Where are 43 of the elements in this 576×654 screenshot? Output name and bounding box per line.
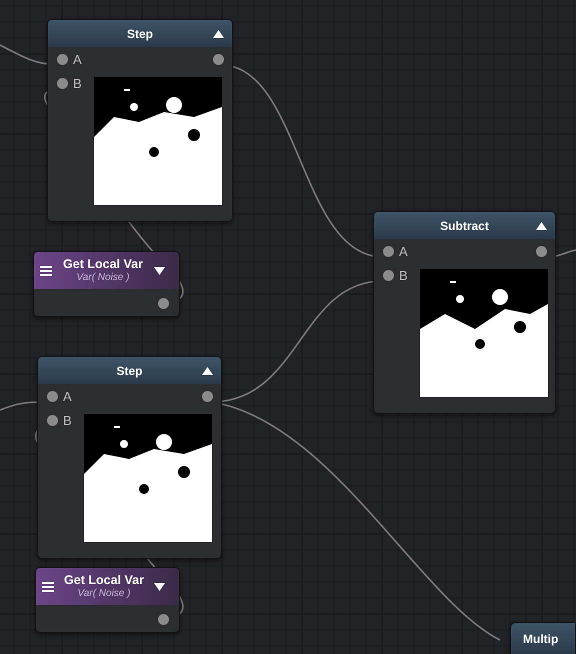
port-label: B	[63, 412, 72, 428]
node-title: Subtract	[439, 218, 490, 232]
collapse-icon[interactable]	[536, 222, 547, 230]
output-port[interactable]	[202, 391, 213, 402]
input-port[interactable]	[57, 54, 68, 64]
node-header[interactable]: Step	[48, 20, 232, 47]
node-title: Step	[126, 26, 154, 40]
node-header[interactable]: Get Local Var Var( Noise )	[34, 252, 179, 289]
node-header[interactable]: Get Local Var Var( Noise )	[36, 568, 179, 605]
node-card[interactable]: Step A B	[37, 356, 222, 559]
node-subtitle: Var( Noise )	[78, 586, 130, 600]
node-title: Get Local Var	[63, 258, 143, 270]
port-label: B	[73, 76, 82, 90]
port-label: A	[73, 52, 82, 66]
node-header[interactable]: Step	[38, 357, 221, 384]
input-port[interactable]	[57, 78, 68, 88]
node-header[interactable]: Subtract	[374, 212, 555, 239]
node-title: Multip	[523, 632, 560, 646]
output-port[interactable]	[213, 54, 224, 65]
node-title: Step	[115, 364, 144, 378]
input-port[interactable]	[383, 270, 394, 280]
menu-icon[interactable]	[40, 266, 52, 276]
input-port[interactable]	[47, 414, 58, 426]
collapse-icon[interactable]	[213, 30, 224, 38]
node-card[interactable]: Subtract A B	[373, 211, 556, 414]
menu-icon[interactable]	[42, 582, 54, 592]
port-label: A	[63, 388, 72, 404]
node-card[interactable]: Get Local Var Var( Noise )	[33, 251, 180, 317]
expand-icon[interactable]	[154, 266, 165, 274]
port-label: A	[399, 244, 408, 258]
node-title: Get Local Var	[64, 574, 144, 586]
output-port[interactable]	[536, 246, 547, 257]
output-port[interactable]	[158, 614, 169, 625]
expand-icon[interactable]	[154, 582, 165, 590]
input-port[interactable]	[383, 246, 394, 256]
node-card[interactable]: Get Local Var Var( Noise )	[35, 567, 180, 633]
port-label: B	[399, 268, 408, 282]
output-port[interactable]	[158, 298, 169, 309]
input-port[interactable]	[47, 390, 58, 402]
node-header[interactable]: Multip	[511, 623, 575, 654]
collapse-icon[interactable]	[202, 366, 213, 374]
node-card[interactable]: Step A B	[47, 19, 233, 222]
node-subtitle: Var( Noise )	[76, 270, 130, 284]
